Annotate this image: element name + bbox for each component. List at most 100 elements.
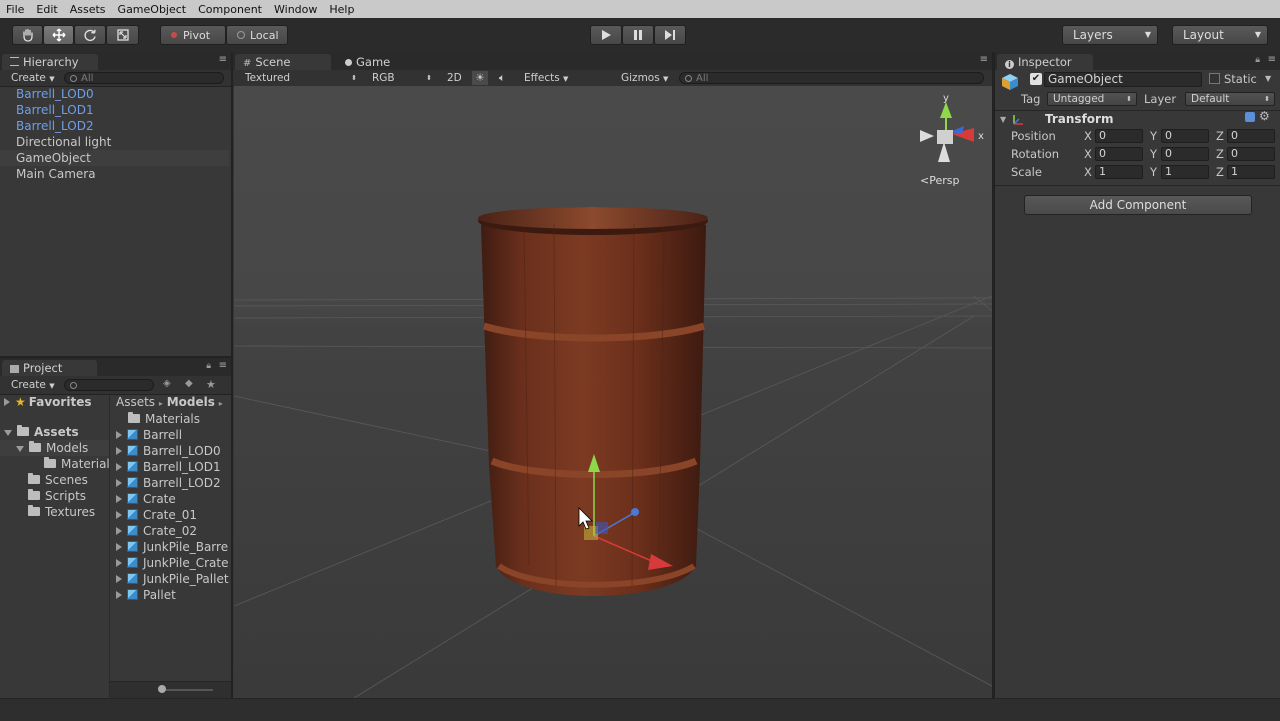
hierarchy-create-dropdown[interactable]: Create ▼ — [11, 71, 55, 85]
panel-menu-icon[interactable]: ≡ — [980, 54, 988, 65]
scale-y-field[interactable]: 1 — [1161, 165, 1209, 179]
project-search-input[interactable] — [64, 379, 154, 391]
collapse-arrow-icon[interactable]: ▼ — [1000, 115, 1006, 124]
menu-gameobject[interactable]: GameObject — [112, 3, 193, 16]
tab-game[interactable]: Game — [337, 54, 407, 70]
scale-tool-button[interactable] — [106, 25, 139, 45]
move-tool-button[interactable] — [43, 25, 74, 45]
add-component-button[interactable]: Add Component — [1024, 195, 1252, 215]
gear-icon[interactable]: ⚙ — [1259, 109, 1270, 123]
scale-z-field[interactable]: 1 — [1227, 165, 1275, 179]
menu-help[interactable]: Help — [323, 3, 360, 16]
file-item[interactable]: Crate — [116, 491, 176, 507]
orientation-gizmo[interactable] — [920, 102, 974, 162]
file-item[interactable]: Pallet — [116, 587, 176, 603]
splitter-left[interactable] — [231, 52, 233, 698]
icon-size-slider-track[interactable] — [158, 689, 213, 691]
globe-icon — [237, 31, 245, 39]
panel-menu-icon[interactable]: ≡ — [1268, 54, 1276, 65]
breadcrumb-current[interactable]: Models — [167, 395, 215, 409]
tab-hierarchy[interactable]: Hierarchy — [2, 54, 98, 70]
projection-toggle[interactable]: <Persp — [920, 174, 959, 187]
tree-scenes[interactable]: Scenes — [28, 472, 88, 488]
file-item[interactable]: Barrell_LOD2 — [116, 475, 221, 491]
rotation-y-field[interactable]: 0 — [1161, 147, 1209, 161]
rotate-tool-button[interactable] — [74, 25, 106, 45]
position-y-field[interactable]: 0 — [1161, 129, 1209, 143]
file-item[interactable]: JunkPile_Barre — [116, 539, 231, 555]
label-tag-icon[interactable]: ◆ — [185, 378, 193, 389]
local-toggle[interactable]: Local — [226, 25, 288, 45]
object-name-input[interactable]: GameObject — [1044, 72, 1202, 87]
menu-component[interactable]: Component — [192, 3, 268, 16]
breadcrumb-root[interactable]: Assets — [116, 395, 155, 409]
project-create-dropdown[interactable]: Create ▼ — [11, 378, 55, 392]
pivot-toggle[interactable]: Pivot — [160, 25, 226, 45]
lock-icon[interactable]: 🔒︎ — [206, 361, 211, 371]
render-mode-dropdown[interactable]: RGB ⬍ — [372, 71, 432, 85]
hierarchy-item[interactable]: Barrell_LOD1 — [0, 102, 229, 118]
hierarchy-item[interactable]: Main Camera — [0, 166, 229, 182]
file-item[interactable]: Crate_01 — [116, 507, 197, 523]
step-button[interactable] — [654, 25, 686, 45]
hierarchy-item-selected[interactable]: GameObject — [0, 150, 229, 166]
menu-window[interactable]: Window — [268, 3, 323, 16]
tab-project[interactable]: Project — [2, 360, 97, 376]
file-item[interactable]: JunkPile_Crate — [116, 555, 231, 571]
file-item-folder[interactable]: Materials — [128, 411, 200, 427]
menu-file[interactable]: File — [0, 3, 30, 16]
favorites-item[interactable]: ★ Favorites — [4, 394, 91, 410]
file-item[interactable]: Barrell_LOD1 — [116, 459, 221, 475]
tree-materials[interactable]: Materials — [44, 456, 109, 472]
scene-viewport[interactable]: y x <Persp — [234, 86, 992, 698]
hierarchy-search-input[interactable]: All — [64, 72, 224, 84]
layer-dropdown[interactable]: Default ⬍ — [1185, 92, 1275, 106]
lock-icon[interactable]: 🔒︎ — [1255, 55, 1260, 65]
position-x-field[interactable]: 0 — [1095, 129, 1143, 143]
play-button[interactable] — [590, 25, 622, 45]
tree-scripts[interactable]: Scripts — [28, 488, 86, 504]
audio-speaker-icon[interactable]: 🔈︎ — [499, 71, 505, 85]
rotation-z-field[interactable]: 0 — [1227, 147, 1275, 161]
panel-menu-icon[interactable]: ≡ — [219, 54, 227, 65]
tab-scene[interactable]: # Scene — [235, 54, 331, 70]
menu-assets[interactable]: Assets — [64, 3, 112, 16]
splitter-horizontal[interactable] — [0, 356, 231, 358]
scene-canvas[interactable] — [234, 86, 992, 698]
lighting-sun-icon[interactable]: ☀ — [472, 71, 488, 85]
star-icon[interactable]: ★ — [206, 378, 216, 391]
hierarchy-item[interactable]: Barrell_LOD2 — [0, 118, 229, 134]
layout-dropdown[interactable]: Layout ▼ — [1172, 25, 1268, 45]
static-dropdown-arrow-icon[interactable]: ▼ — [1265, 74, 1271, 83]
effects-dropdown[interactable]: Effects ▼ — [524, 71, 568, 85]
active-checkbox[interactable]: ✔ — [1030, 73, 1042, 85]
scene-search-input[interactable]: All — [679, 72, 984, 84]
tree-models[interactable]: Models — [0, 440, 109, 456]
shading-mode-dropdown[interactable]: Textured ⬍ — [245, 71, 357, 85]
layers-dropdown[interactable]: Layers ▼ — [1062, 25, 1158, 45]
pause-button[interactable] — [622, 25, 654, 45]
scale-x-field[interactable]: 1 — [1095, 165, 1143, 179]
icon-size-slider-handle[interactable] — [158, 685, 166, 693]
menu-edit[interactable]: Edit — [30, 3, 63, 16]
hand-tool-button[interactable] — [12, 25, 43, 45]
file-item[interactable]: JunkPile_Pallet — [116, 571, 231, 587]
hierarchy-item[interactable]: Directional light — [0, 134, 229, 150]
mode-2d-toggle[interactable]: 2D — [447, 71, 462, 85]
file-item[interactable]: Barrell_LOD0 — [116, 443, 221, 459]
panel-menu-icon[interactable]: ≡ — [219, 360, 227, 371]
filter-type-icon[interactable]: ◈ — [163, 378, 171, 389]
file-item[interactable]: Crate_02 — [116, 523, 197, 539]
tab-inspector[interactable]: i Inspector — [997, 54, 1093, 70]
tree-assets[interactable]: Assets — [4, 424, 79, 440]
static-checkbox[interactable] — [1209, 73, 1220, 84]
rotation-x-field[interactable]: 0 — [1095, 147, 1143, 161]
tag-dropdown[interactable]: Untagged ⬍ — [1047, 92, 1137, 106]
tree-textures[interactable]: Textures — [28, 504, 95, 520]
file-item[interactable]: Barrell — [116, 427, 182, 443]
splitter-right[interactable] — [992, 52, 995, 698]
hierarchy-item[interactable]: Barrell_LOD0 — [0, 86, 229, 102]
position-z-field[interactable]: 0 — [1227, 129, 1275, 143]
gizmos-dropdown[interactable]: Gizmos ▼ — [621, 71, 668, 85]
help-book-icon[interactable] — [1245, 112, 1255, 122]
